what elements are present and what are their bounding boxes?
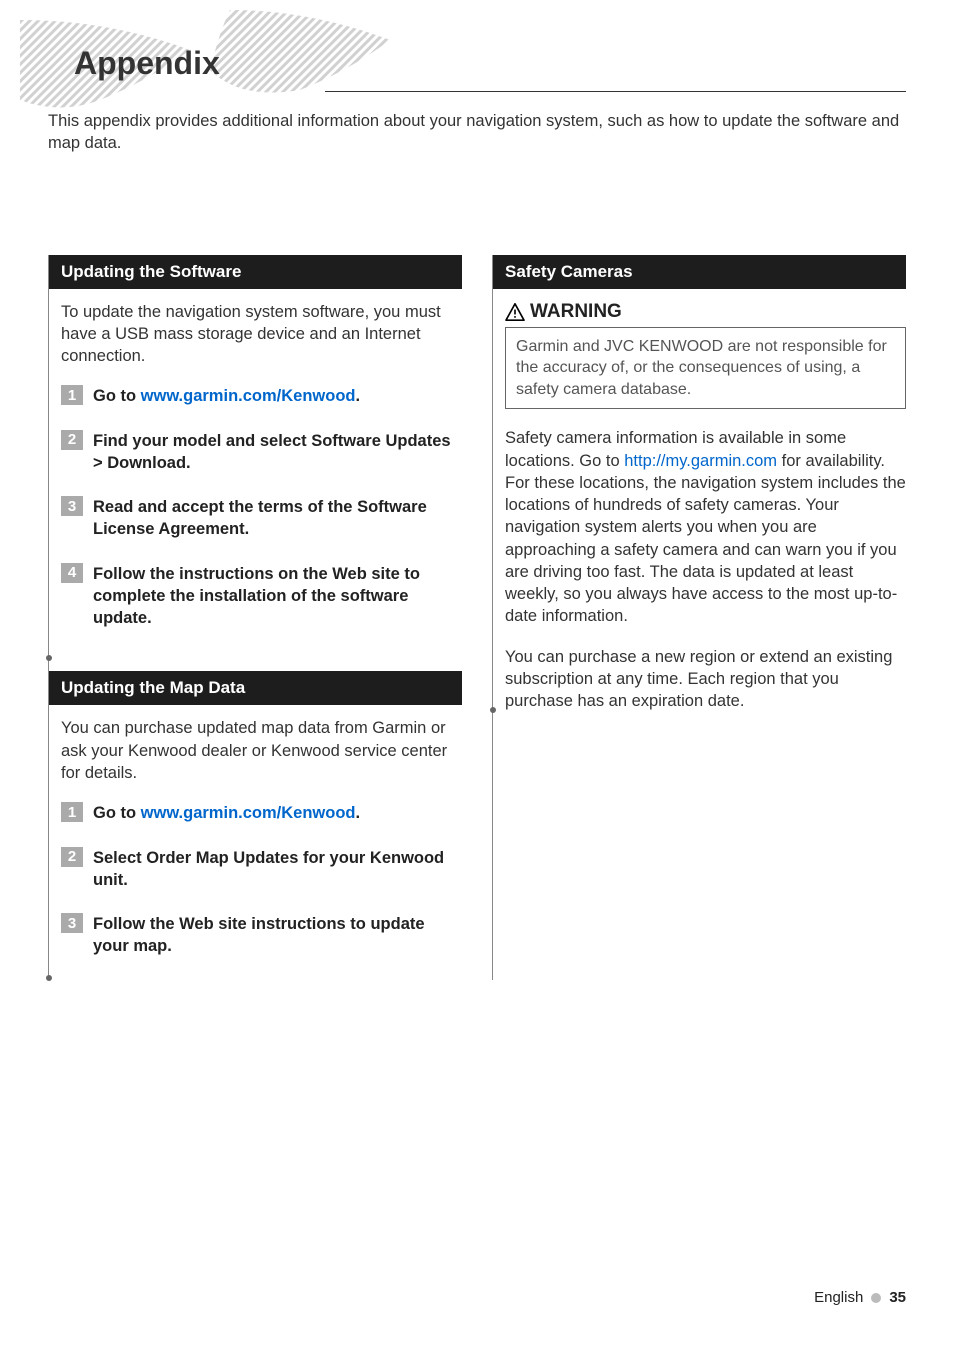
warning-box: Garmin and JVC KENWOOD are not responsib… <box>505 327 906 410</box>
warning-header: WARNING <box>505 301 906 323</box>
safety-camera-para1: Safety camera information is available i… <box>505 427 906 627</box>
step-item: 3 Read and accept the terms of the Softw… <box>61 496 462 541</box>
section-end-dot <box>46 655 52 661</box>
step-number: 1 <box>61 802 83 822</box>
footer-dot-icon <box>871 1293 881 1303</box>
step-item: 4 Follow the instructions on the Web sit… <box>61 563 462 630</box>
section-header-safety-cameras: Safety Cameras <box>493 255 906 289</box>
warning-triangle-icon <box>505 303 525 321</box>
safety-camera-para2: You can purchase a new region or extend … <box>505 646 906 713</box>
step-text: Read and accept the terms of the Softwar… <box>93 496 462 541</box>
page-header: Appendix <box>0 0 954 82</box>
step-number: 2 <box>61 847 83 867</box>
software-steps: 1 Go to www.garmin.com/Kenwood. 2 Find y… <box>61 385 462 629</box>
section-header-updating-map: Updating the Map Data <box>49 671 462 705</box>
step-text: Go to www.garmin.com/Kenwood. <box>93 802 360 824</box>
garmin-kenwood-link[interactable]: www.garmin.com/Kenwood <box>141 804 356 822</box>
footer-page-number: 35 <box>889 1289 906 1306</box>
section-end-dot <box>490 707 496 713</box>
step-number: 2 <box>61 430 83 450</box>
map-steps: 1 Go to www.garmin.com/Kenwood. 2 Select… <box>61 802 462 957</box>
step-item: 2 Select Order Map Updates for your Kenw… <box>61 847 462 892</box>
right-column: Safety Cameras WARNING Garmin and JVC KE… <box>492 255 906 980</box>
step-item: 3 Follow the Web site instructions to up… <box>61 913 462 958</box>
step-text: Follow the Web site instructions to upda… <box>93 913 462 958</box>
step-number: 1 <box>61 385 83 405</box>
garmin-kenwood-link[interactable]: www.garmin.com/Kenwood <box>141 387 356 405</box>
step-text: Go to www.garmin.com/Kenwood. <box>93 385 360 407</box>
left-column: Updating the Software To update the navi… <box>48 255 462 980</box>
step-text: Follow the instructions on the Web site … <box>93 563 462 630</box>
step-text: Select Order Map Updates for your Kenwoo… <box>93 847 462 892</box>
page-title: Appendix <box>74 45 906 82</box>
step-number: 3 <box>61 496 83 516</box>
page-footer: English 35 <box>814 1289 906 1306</box>
software-intro-text: To update the navigation system software… <box>61 301 462 368</box>
footer-language: English <box>814 1289 863 1306</box>
title-rule <box>325 91 906 92</box>
section-header-updating-software: Updating the Software <box>49 255 462 289</box>
step-item: 1 Go to www.garmin.com/Kenwood. <box>61 385 462 407</box>
step-text: Find your model and select Software Upda… <box>93 430 462 475</box>
map-intro-text: You can purchase updated map data from G… <box>61 717 462 784</box>
step-number: 4 <box>61 563 83 583</box>
section-end-dot <box>46 975 52 981</box>
content-columns: Updating the Software To update the navi… <box>48 255 906 980</box>
step-item: 2 Find your model and select Software Up… <box>61 430 462 475</box>
warning-label: WARNING <box>530 301 622 323</box>
step-number: 3 <box>61 913 83 933</box>
step-item: 1 Go to www.garmin.com/Kenwood. <box>61 802 462 824</box>
my-garmin-link[interactable]: http://my.garmin.com <box>624 452 777 470</box>
